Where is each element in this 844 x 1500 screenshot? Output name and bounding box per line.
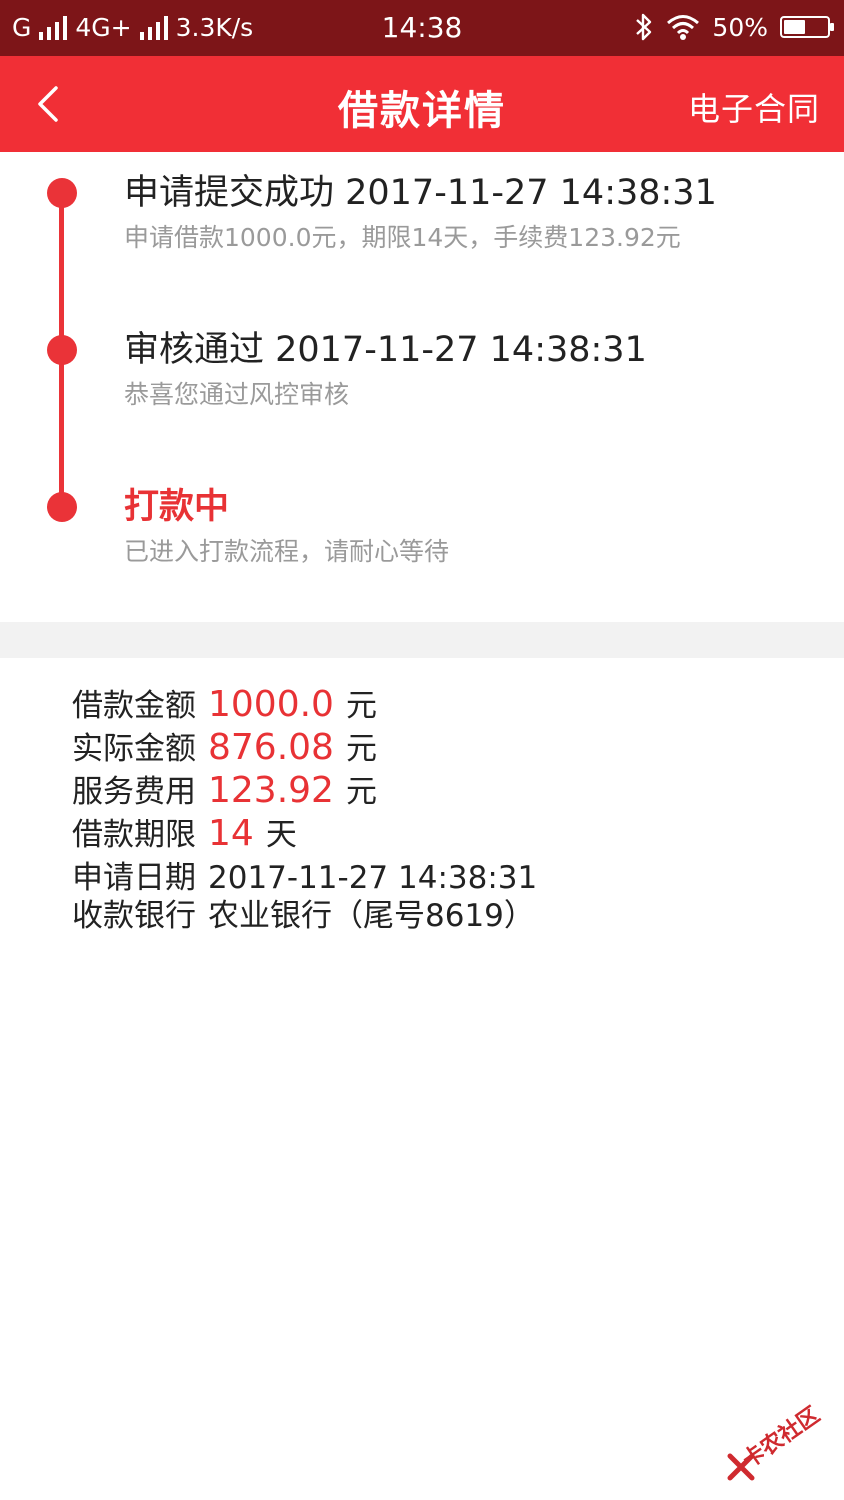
detail-row-fee: 服务费用 123.92 元: [72, 766, 537, 811]
battery-percent: 50%: [712, 12, 768, 42]
timeline-desc-submitted: 申请借款1000.0元，期限14天，手续费123.92元: [124, 223, 681, 252]
detail-row-date: 申请日期 2017-11-27 14:38:31: [72, 852, 537, 896]
amount-value: 1000.0: [208, 684, 334, 725]
wifi-icon: [667, 15, 700, 40]
fee-label: 服务费用: [72, 774, 196, 810]
timeline-desc-approved: 恭喜您通过风控审核: [124, 380, 350, 409]
app-header: 借款详情 电子合同: [0, 56, 844, 152]
timeline-dot-approved: [47, 335, 77, 365]
watermark-text: 卡农社区: [738, 1402, 825, 1474]
actual-label: 实际金额: [72, 731, 196, 767]
timeline-desc-disbursing: 已进入打款流程，请耐心等待: [124, 537, 450, 566]
term-label: 借款期限: [72, 817, 196, 853]
actual-value: 876.08: [208, 727, 334, 768]
e-contract-link[interactable]: 电子合同: [688, 84, 820, 130]
amount-unit: 元: [345, 688, 377, 724]
bank-value: 农业银行（尾号8619）: [208, 898, 535, 934]
amount-label: 借款金额: [72, 688, 196, 724]
term-unit: 天: [265, 817, 297, 853]
term-value: 14: [208, 813, 254, 854]
timeline-title-disbursing: 打款中: [124, 487, 230, 527]
battery-icon: [780, 16, 834, 38]
detail-row-actual: 实际金额 876.08 元: [72, 723, 537, 768]
actual-unit: 元: [345, 731, 377, 767]
bluetooth-icon: [636, 13, 652, 41]
status-right: 50%: [634, 12, 834, 42]
timeline-title-submitted: 申请提交成功 2017-11-27 14:38:31: [124, 173, 717, 213]
fee-unit: 元: [345, 774, 377, 810]
detail-row-bank: 收款银行 农业银行（尾号8619）: [72, 890, 537, 934]
timeline-dot-submitted: [47, 178, 77, 208]
fee-value: 123.92: [208, 770, 334, 811]
section-divider: [0, 622, 844, 658]
detail-row-amount: 借款金额 1000.0 元: [72, 680, 537, 725]
loan-details: 借款金额 1000.0 元 实际金额 876.08 元 服务费用 123.92 …: [72, 680, 537, 934]
watermark-logo: 卡农社区: [726, 1403, 836, 1482]
progress-timeline: 申请提交成功 2017-11-27 14:38:31 申请借款1000.0元，期…: [0, 152, 844, 622]
bank-label: 收款银行: [72, 898, 196, 934]
status-bar: G 4G+ 3.3K/s 14:38 50%: [0, 0, 844, 56]
timeline-dot-disbursing: [47, 492, 77, 522]
timeline-title-approved: 审核通过 2017-11-27 14:38:31: [124, 330, 647, 370]
detail-row-term: 借款期限 14 天: [72, 809, 537, 854]
